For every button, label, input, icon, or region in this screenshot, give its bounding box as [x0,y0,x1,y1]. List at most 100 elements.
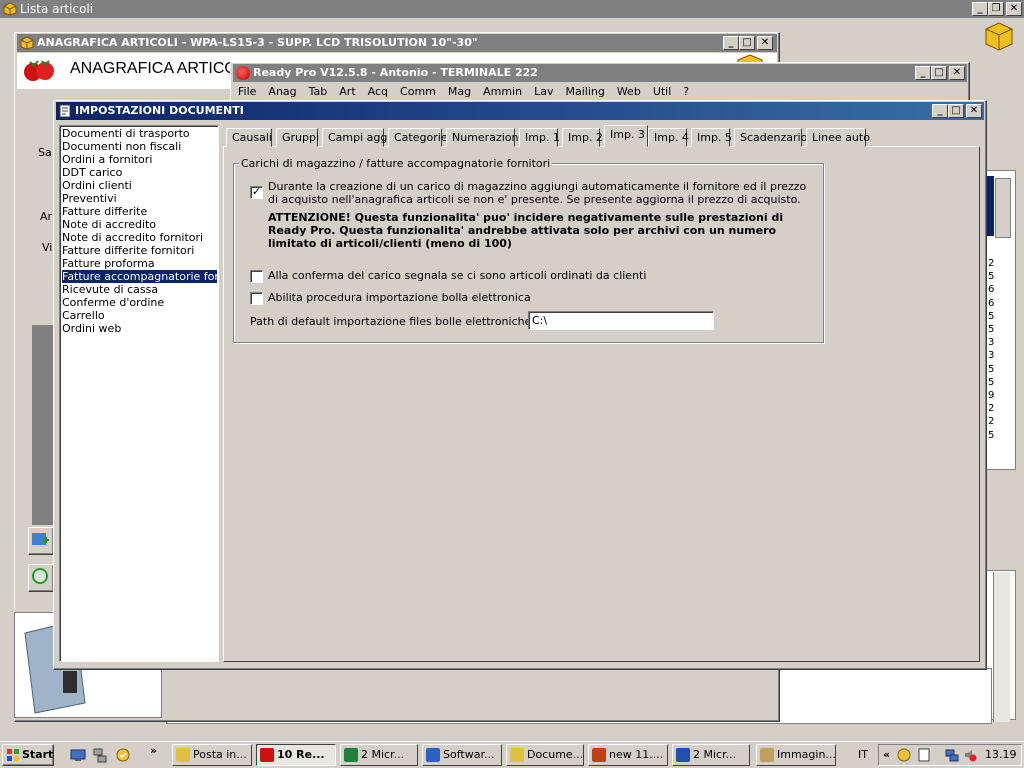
menu-item-acq[interactable]: Acq [362,83,394,101]
readypro-titlebar[interactable]: Ready Pro V12.5.8 - Antonio - TERMINALE … [233,64,967,82]
document-list-item[interactable]: Documenti di trasporto [62,127,190,140]
document-list-item[interactable]: Carrello [62,309,105,322]
taskbar-button-label: 2 Micr... [693,748,737,761]
enable-electronic-import-checkbox[interactable] [250,292,263,305]
checkmark-icon: ✓ [251,185,262,198]
quicklaunch-chevron[interactable]: » [150,744,157,757]
menu-item-mailing[interactable]: Mailing [559,83,610,101]
outlook-tray-icon[interactable] [897,748,911,762]
tab-categorie[interactable]: Categorie [388,128,448,147]
document-list-item[interactable]: Documenti non fiscali [62,140,181,153]
start-label: Start [22,748,54,761]
close-icon[interactable]: ✕ [966,104,982,118]
tab-causali[interactable]: Causali [226,128,272,147]
app-icon [592,748,606,762]
menu-item-lav[interactable]: Lav [528,83,559,101]
menu-item-web[interactable]: Web [611,83,647,101]
menu-item-comm[interactable]: Comm [394,83,442,101]
document-tray-icon[interactable] [917,748,931,762]
volume-muted-icon[interactable] [963,748,977,762]
network-icon[interactable] [92,747,108,763]
quicklaunch: » [68,744,158,764]
maximize-icon[interactable]: □ [739,36,755,50]
taskbar-button[interactable]: Posta in... [172,744,252,766]
option3-label: Abilita procedura importazione bolla ele… [268,291,531,304]
background-digit: 5 [988,310,995,322]
document-list-item[interactable]: Ordini web [62,322,121,335]
document-list-item[interactable]: Ordini a fornitori [62,153,152,166]
document-list-item[interactable]: Conferme d'ordine [62,296,164,309]
menu-item-mag[interactable]: Mag [442,83,477,101]
taskbar-button[interactable]: Docume... [506,744,584,766]
document-list-item[interactable]: DDT carico [62,166,122,179]
network-tray-icon[interactable] [945,748,959,762]
tab-numerazioni[interactable]: Numerazioni [446,128,522,147]
tab-scadenzario[interactable]: Scadenzario [734,128,807,147]
close-icon[interactable]: ✕ [1006,2,1022,16]
minimize-icon[interactable]: _ [932,104,948,118]
tab-imp-1[interactable]: Imp. 1 [519,128,560,147]
menu-item-anag[interactable]: Anag [262,83,302,101]
menu-item-art[interactable]: Art [333,83,361,101]
document-list-item[interactable]: Ricevute di cassa [62,283,158,296]
menu-item-file[interactable]: File [232,83,262,101]
tab-imp-2[interactable]: Imp. 2 [562,128,603,147]
system-tray: « 13.19 [878,744,1022,766]
maximize-icon[interactable]: □ [931,66,947,80]
minimize-icon[interactable]: _ [972,2,988,16]
menu-item-help[interactable]: ? [677,83,695,101]
recycle-button[interactable] [28,564,54,592]
group-box-title: Carichi di magazzino / fatture accompagn… [239,157,553,170]
taskbar-button[interactable]: Immagin... [756,744,836,766]
restore-icon[interactable]: ❐ [988,2,1004,16]
background-digit: 5 [988,271,995,283]
close-icon[interactable]: ✕ [949,66,965,80]
tab-gruppi[interactable]: Gruppi [276,128,319,147]
maximize-icon[interactable]: □ [948,104,964,118]
background-scrollbar[interactable] [995,178,1011,238]
outlook-icon[interactable] [115,747,131,763]
tab-imp-4[interactable]: Imp. 4 [648,128,689,147]
document-list-item[interactable]: Fatture proforma [62,257,155,270]
windows-logo-icon [7,749,19,761]
menu-item-util[interactable]: Util [647,83,677,101]
menu-item-tab[interactable]: Tab [303,83,334,101]
signal-ordered-articles-checkbox[interactable] [250,270,263,283]
tab-campi-agg[interactable]: Campi agg. [322,128,391,147]
taskbar-button[interactable]: 2 Micr... [340,744,418,766]
background-scrollbar-lower[interactable] [993,572,1010,722]
menu-item-ammin[interactable]: Ammin [477,83,528,101]
tab-linee-auto[interactable]: Linee auto [806,128,870,147]
minimize-icon[interactable]: _ [915,66,931,80]
document-list-item[interactable]: Note di accredito fornitori [62,231,203,244]
taskbar-button[interactable]: 10 Re... [256,744,336,766]
start-button[interactable]: Start [2,744,54,766]
yellow-box-icon[interactable] [983,20,1015,52]
anagrafica-titlebar[interactable]: ANAGRAFICA ARTICOLI - WPA-LS15-3 - SUPP.… [17,34,777,52]
document-list-item[interactable]: Fatture accompagnatorie fornitori [61,269,218,284]
document-list-item[interactable]: Preventivi [62,192,117,205]
auto-add-supplier-checkbox[interactable]: ✓ [250,186,263,199]
box-icon [3,2,17,16]
document-list-item[interactable]: Fatture differite fornitori [62,244,194,257]
taskbar-button[interactable]: 2 Micr... [672,744,750,766]
language-indicator[interactable]: IT [858,748,868,761]
lista-articoli-titlebar[interactable]: Lista articoli _ ❐ ✕ [0,0,1024,18]
document-list-item[interactable]: Fatture differite [62,205,147,218]
tab-imp-5[interactable]: Imp. 5 [691,128,732,147]
tray-expand-icon[interactable]: « [883,748,890,761]
strawberry-logo-icon [22,58,56,82]
clock[interactable]: 13.19 [985,748,1017,761]
show-desktop-icon[interactable] [70,748,86,762]
document-list-item[interactable]: Note di accredito [62,218,156,231]
settings-titlebar[interactable]: IMPOSTAZIONI DOCUMENTI _ □ ✕ [56,102,984,120]
taskbar-button[interactable]: Softwar... [422,744,502,766]
minimize-icon[interactable]: _ [723,36,739,50]
add-button[interactable] [28,527,54,555]
close-icon[interactable]: ✕ [757,36,773,50]
tab-imp-3[interactable]: Imp. 3 [604,125,648,147]
path-input[interactable] [528,311,714,330]
document-list-item[interactable]: Ordini clienti [62,179,132,192]
taskbar-button[interactable]: new 11.... [588,744,668,766]
background-digit: 6 [988,284,995,296]
